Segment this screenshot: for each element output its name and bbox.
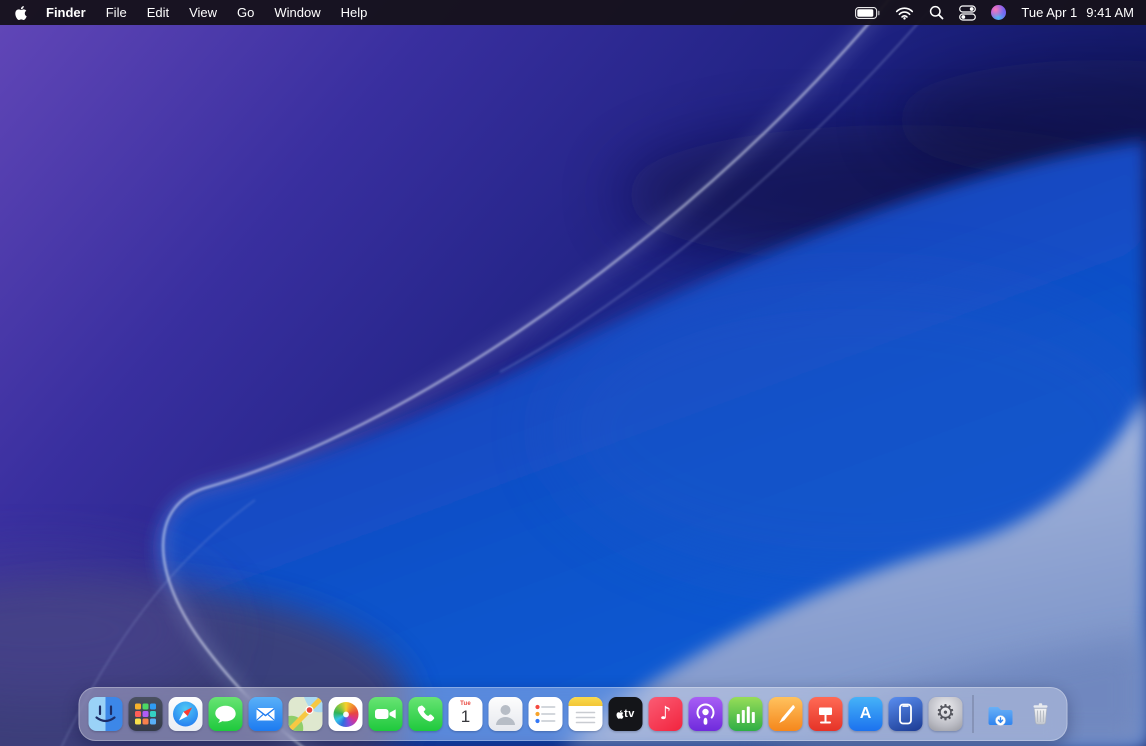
speech-bubble-icon: [209, 697, 243, 731]
dock-item-trash[interactable]: [1024, 697, 1058, 731]
menu-window[interactable]: Window: [264, 0, 330, 25]
desktop[interactable]: Finder File Edit View Go Window Help: [0, 0, 1146, 746]
menu-go[interactable]: Go: [227, 0, 264, 25]
gear-icon: ⚙: [936, 703, 956, 725]
dock-item-music[interactable]: ♪: [649, 697, 683, 731]
dock-item-mail[interactable]: [249, 697, 283, 731]
dock-item-pages[interactable]: [769, 697, 803, 731]
launchpad-icon: [129, 697, 163, 731]
dock-item-keynote[interactable]: [809, 697, 843, 731]
video-camera-icon: [369, 697, 403, 731]
desktop-wallpaper: [0, 0, 1146, 746]
dock-item-downloads[interactable]: [984, 697, 1018, 731]
downloads-folder-icon: [984, 697, 1018, 731]
dock-item-system-settings[interactable]: ⚙: [929, 697, 963, 731]
menu-bar-clock[interactable]: Tue Apr 1 9:41 AM: [1021, 5, 1134, 20]
dock-item-calendar[interactable]: Tue 1: [449, 697, 483, 731]
pen-icon: [769, 697, 803, 731]
dock-item-numbers[interactable]: [729, 697, 763, 731]
dock-item-reminders[interactable]: [529, 697, 563, 731]
person-silhouette-icon: [489, 697, 523, 731]
trash-icon: [1024, 697, 1058, 731]
dock-item-tv[interactable]: tv: [609, 697, 643, 731]
calendar-day: 1: [461, 708, 470, 725]
menu-bar-status: Tue Apr 1 9:41 AM: [855, 0, 1146, 25]
podium-icon: [809, 697, 843, 731]
control-center-icon[interactable]: [959, 5, 976, 21]
dock-item-messages[interactable]: [209, 697, 243, 731]
dock-item-launchpad[interactable]: [129, 697, 163, 731]
bar-chart-icon: [729, 697, 763, 731]
podcasts-icon: [689, 697, 723, 731]
apple-logo-icon: [616, 710, 623, 719]
menu-view[interactable]: View: [179, 0, 227, 25]
dock-item-finder[interactable]: [89, 697, 123, 731]
notes-lines-icon: [569, 697, 603, 731]
apple-menu[interactable]: [0, 0, 36, 25]
menu-app-name[interactable]: Finder: [36, 0, 96, 25]
music-note-icon: ♪: [660, 705, 672, 723]
dock-divider: [973, 695, 974, 733]
apple-logo-icon: [15, 6, 27, 20]
dock-item-facetime[interactable]: [369, 697, 403, 731]
dock-item-iphone-mirroring[interactable]: [889, 697, 923, 731]
dock-item-notes[interactable]: [569, 697, 603, 731]
map-icon: [289, 697, 323, 731]
iphone-outline-icon: [889, 697, 923, 731]
wifi-icon[interactable]: [895, 6, 914, 20]
photos-pinwheel-icon: [333, 702, 358, 727]
dock-item-podcasts[interactable]: [689, 697, 723, 731]
menu-help[interactable]: Help: [331, 0, 378, 25]
menu-bar: Finder File Edit View Go Window Help: [0, 0, 1146, 25]
menu-edit[interactable]: Edit: [137, 0, 179, 25]
dock-item-app-store[interactable]: A: [849, 697, 883, 731]
dock-item-contacts[interactable]: [489, 697, 523, 731]
menu-file[interactable]: File: [96, 0, 137, 25]
dock: Tue 1: [79, 687, 1068, 741]
dock-item-photos[interactable]: [329, 697, 363, 731]
siri-icon[interactable]: [991, 5, 1006, 20]
safari-compass-icon: [169, 697, 203, 731]
dock-item-phone[interactable]: [409, 697, 443, 731]
wallpaper-graphic: [0, 0, 1146, 746]
menu-bar-time: 9:41 AM: [1086, 5, 1134, 20]
app-store-letter: A: [860, 705, 872, 723]
envelope-icon: [249, 697, 283, 731]
dock-item-maps[interactable]: [289, 697, 323, 731]
spotlight-icon[interactable]: [929, 5, 944, 20]
tv-label: tv: [624, 708, 635, 720]
checklist-icon: [529, 697, 563, 731]
calendar-weekday: Tue: [460, 701, 471, 707]
battery-icon[interactable]: [855, 7, 880, 19]
dock-item-safari[interactable]: [169, 697, 203, 731]
phone-handset-icon: [409, 697, 443, 731]
menu-bar-date: Tue Apr 1: [1021, 5, 1077, 20]
finder-icon: [89, 697, 123, 731]
